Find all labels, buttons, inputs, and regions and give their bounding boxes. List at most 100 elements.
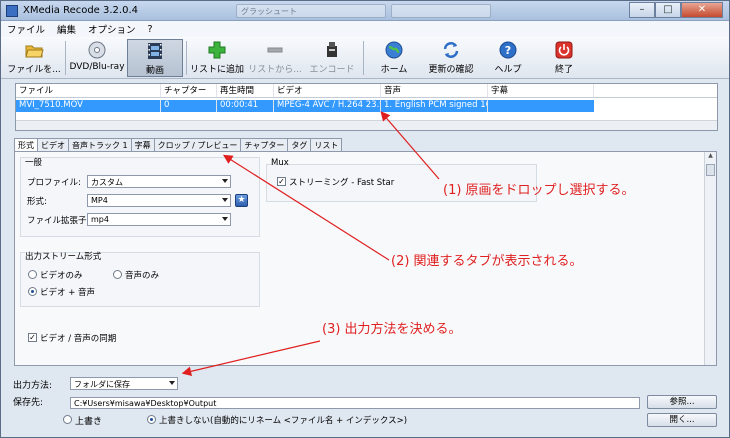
help-button[interactable]: ? ヘルプ: [483, 39, 533, 77]
sync-checkbox[interactable]: ✓: [28, 333, 37, 342]
chevron-down-icon: [222, 217, 228, 221]
minimize-icon[interactable]: –: [629, 2, 655, 18]
film-icon: [145, 41, 165, 61]
encode-label: エンコード: [309, 65, 355, 75]
dvd-bluray-label: DVD/Blu-ray: [69, 62, 125, 72]
extension-select[interactable]: mp4: [87, 213, 231, 226]
streaming-checkbox[interactable]: ✓: [277, 177, 286, 186]
cell-file: MVI_7510.MOV: [16, 100, 161, 112]
menu-file[interactable]: ファイル: [7, 22, 45, 36]
column-chapter[interactable]: チャプター: [161, 84, 217, 97]
output-method-select[interactable]: フォルダに保存: [70, 377, 178, 390]
check-update-label: 更新の確認: [428, 65, 474, 75]
video-only-radio[interactable]: [28, 270, 37, 279]
window-title: XMedia Recode 3.2.0.4: [23, 5, 138, 16]
background-window-tab-2: [391, 4, 491, 18]
video-audio-label: ビデオ + 音声: [40, 288, 96, 298]
destination-label: 保存先:: [13, 398, 44, 408]
dvd-bluray-button[interactable]: DVD/Blu-ray: [68, 39, 126, 77]
scroll-thumb[interactable]: [706, 164, 715, 176]
tab-list[interactable]: リスト: [310, 138, 343, 152]
no-overwrite-label: 上書きしない(自動的にリネーム <ファイル名 + インデックス>): [159, 416, 408, 426]
file-list-header: ファイル チャプター 再生時間 ビデオ 音声 字幕: [16, 84, 717, 98]
tab-tag[interactable]: タグ: [287, 138, 312, 152]
encode-button[interactable]: エンコード: [305, 39, 359, 77]
title-bar: XMedia Recode 3.2.0.4 グラッシュート – □ ✕: [1, 1, 729, 21]
profile-select[interactable]: カスタム: [87, 175, 231, 188]
column-audio[interactable]: 音声: [381, 84, 488, 97]
output-method-label: 出力方法:: [13, 381, 53, 391]
tab-bar: 形式 ビデオ 音声トラック 1 字幕 クロップ / プレビュー チャプター タグ…: [14, 138, 343, 153]
destination-field[interactable]: C:¥Users¥misawa¥Desktop¥Output: [70, 397, 640, 409]
video-audio-radio[interactable]: [28, 287, 37, 296]
chevron-down-icon: [169, 381, 175, 385]
output-method-value: フォルダに保存: [74, 380, 130, 389]
format-select[interactable]: MP4: [87, 194, 231, 207]
annotation-step3: (3) 出力方法を決める。: [322, 322, 462, 337]
column-subtitle[interactable]: 字幕: [488, 84, 594, 97]
close-icon[interactable]: ✕: [681, 2, 723, 18]
tab-video[interactable]: ビデオ: [37, 138, 69, 152]
mux-title: Mux: [271, 158, 289, 168]
favorite-star-icon[interactable]: ★: [235, 194, 248, 207]
home-button[interactable]: ホーム: [367, 39, 421, 77]
menu-help[interactable]: ?: [148, 24, 153, 35]
format-value: MP4: [91, 196, 108, 205]
video-only-label: ビデオのみ: [40, 271, 83, 281]
video-label: 動画: [145, 66, 164, 76]
no-overwrite-radio[interactable]: [147, 415, 156, 424]
minus-icon: [265, 40, 285, 60]
general-title: 一般: [25, 158, 43, 168]
scroll-up-icon[interactable]: ▲: [705, 152, 716, 162]
tab-chapter[interactable]: チャプター: [240, 138, 289, 152]
open-file-label: ファイルを...: [7, 65, 61, 75]
toolbar-separator: [186, 41, 187, 75]
sync-label: ビデオ / 音声の同期: [40, 334, 117, 344]
overwrite-radio[interactable]: [63, 415, 72, 424]
table-row[interactable]: MVI_7510.MOV 0 00:00:41 MPEG-4 AVC / H.2…: [16, 100, 594, 112]
svg-text:?: ?: [505, 44, 511, 57]
overwrite-label: 上書き: [75, 417, 103, 427]
tab-subtitle[interactable]: 字幕: [130, 138, 155, 152]
profile-label: プロファイル:: [27, 178, 81, 188]
column-video[interactable]: ビデオ: [274, 84, 381, 97]
help-label: ヘルプ: [494, 65, 522, 75]
encode-icon: [322, 40, 342, 60]
open-button[interactable]: 開く...: [647, 413, 717, 427]
browse-button[interactable]: 参照...: [647, 395, 717, 409]
add-to-list-button[interactable]: リストに追加: [189, 39, 245, 77]
open-file-button[interactable]: ファイルを...: [5, 39, 63, 77]
tab-audio-track-1[interactable]: 音声トラック 1: [68, 138, 132, 152]
cell-duration: 00:00:41: [217, 100, 274, 112]
exit-label: 終了: [554, 65, 573, 75]
add-to-list-label: リストに追加: [189, 65, 244, 75]
cell-audio: 1. English PCM signed 16-...: [381, 100, 488, 112]
vertical-scrollbar[interactable]: ▲: [704, 152, 716, 365]
annotation-step2: (2) 関連するタブが表示される。: [391, 254, 583, 269]
column-file[interactable]: ファイル: [16, 84, 161, 97]
exit-button[interactable]: 終了: [539, 39, 589, 77]
remove-from-list-button[interactable]: リストから...: [247, 39, 303, 77]
horizontal-scrollbar[interactable]: [16, 120, 717, 130]
help-icon: ?: [498, 40, 518, 60]
toolbar-separator: [65, 41, 66, 75]
column-duration[interactable]: 再生時間: [217, 84, 274, 97]
maximize-icon[interactable]: □: [655, 2, 681, 18]
chevron-down-icon: [222, 198, 228, 202]
menu-options[interactable]: オプション: [88, 22, 136, 36]
extension-label: ファイル拡張子:: [27, 216, 90, 226]
format-label: 形式:: [27, 197, 47, 207]
app-window: XMedia Recode 3.2.0.4 グラッシュート – □ ✕ ファイル…: [0, 0, 730, 438]
check-update-button[interactable]: 更新の確認: [423, 39, 479, 77]
plus-icon: [207, 40, 227, 60]
menu-edit[interactable]: 編集: [57, 22, 76, 36]
globe-icon: [384, 40, 404, 60]
toolbar: ファイルを... DVD/Blu-ray 動画 リストに追加 リストから... …: [1, 37, 729, 79]
refresh-icon: [441, 40, 461, 60]
tab-crop-preview[interactable]: クロップ / プレビュー: [153, 138, 242, 152]
video-button[interactable]: 動画: [127, 39, 183, 77]
file-list[interactable]: ファイル チャプター 再生時間 ビデオ 音声 字幕 MVI_7510.MOV 0…: [15, 83, 718, 131]
audio-only-radio[interactable]: [113, 270, 122, 279]
toolbar-separator: [363, 41, 364, 75]
menu-bar: ファイル 編集 オプション ?: [1, 21, 729, 37]
